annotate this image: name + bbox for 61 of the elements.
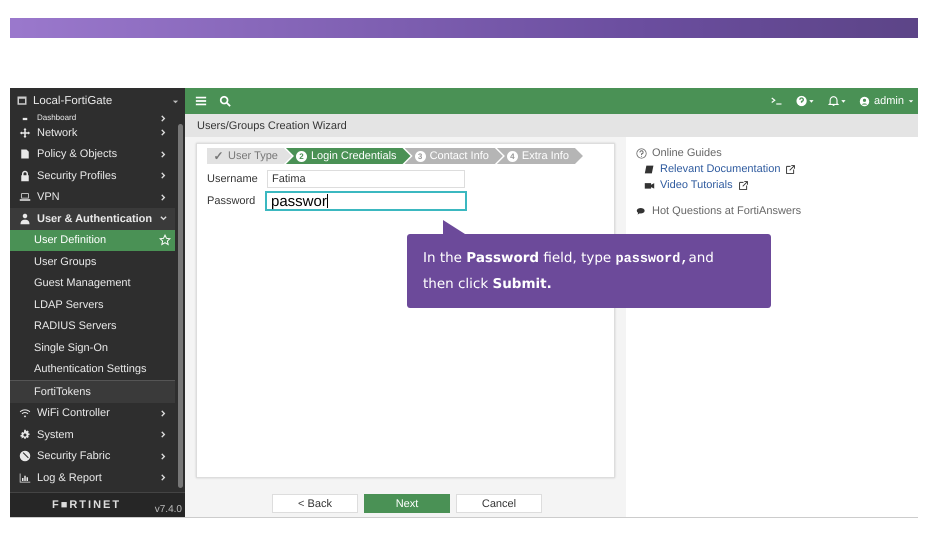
nav-item[interactable]: Dashboard xyxy=(10,114,175,122)
chevron-right-icon xyxy=(160,150,167,158)
terminal-icon[interactable] xyxy=(771,95,784,107)
tooltip-text: In the Password field, type password,and then click Submit. xyxy=(423,249,715,294)
nav-item[interactable]: Security Profiles xyxy=(10,165,175,186)
chevron-right-icon xyxy=(160,452,167,460)
wizard-button[interactable]: Cancel xyxy=(456,494,542,513)
menu-icon[interactable] xyxy=(195,95,207,107)
scrollbar[interactable] xyxy=(178,124,183,488)
nav-item[interactable]: VPN xyxy=(10,186,175,208)
wizard-button[interactable]: Next xyxy=(364,494,450,513)
field-label: Username xyxy=(207,173,259,185)
user-icon xyxy=(19,212,31,225)
nav-item[interactable]: Security Fabric xyxy=(10,446,175,467)
doc-link[interactable]: Relevant Documentation xyxy=(660,163,780,175)
external-link-icon[interactable] xyxy=(785,164,796,174)
chevron-right-icon xyxy=(160,431,167,438)
user-menu[interactable]: admin xyxy=(859,95,914,107)
wizard-step[interactable]: 2 Login Credentials xyxy=(286,148,411,164)
caret-icon xyxy=(908,98,914,104)
nav-item[interactable]: WiFi Controller xyxy=(10,402,175,424)
chevron-down-icon xyxy=(160,215,167,222)
help-icon[interactable] xyxy=(795,95,816,107)
chevron-right-icon xyxy=(160,410,167,417)
user-icon xyxy=(859,96,870,106)
document-icon xyxy=(19,148,31,160)
nav-item[interactable]: Log & Report xyxy=(10,467,175,488)
input-field[interactable]: passwor xyxy=(265,191,467,211)
section-title: Online Guides xyxy=(652,147,722,159)
nav-subitem[interactable]: FortiTokens xyxy=(10,380,175,402)
star-icon[interactable] xyxy=(159,234,171,246)
nav-item[interactable]: System xyxy=(10,424,175,446)
brand-logo: F■RTINET xyxy=(52,499,122,511)
device-name[interactable]: Local-FortiGate xyxy=(33,95,167,107)
nav-subitem[interactable]: User Definition xyxy=(10,230,175,251)
version-label: v7.4.0 xyxy=(154,504,182,517)
lock-icon xyxy=(19,170,31,182)
nav-item[interactable]: User & Authentication xyxy=(10,208,175,230)
wifi-icon xyxy=(19,407,31,420)
chevron-right-icon xyxy=(160,194,167,201)
chart-icon xyxy=(19,472,31,484)
section-title: Hot Questions at FortiAnswers xyxy=(652,205,802,217)
doc-link[interactable]: Video Tutorials xyxy=(660,179,733,191)
chevron-right-icon xyxy=(160,172,167,180)
help-icon xyxy=(636,148,647,158)
chat-icon xyxy=(636,206,647,216)
chevron-right-icon xyxy=(160,474,167,482)
search-icon[interactable] xyxy=(219,95,231,107)
move-icon xyxy=(19,126,31,139)
laptop-icon xyxy=(19,191,31,204)
input-field[interactable]: Fatima xyxy=(267,170,465,188)
nav-item[interactable]: Network xyxy=(10,122,175,144)
nav-item[interactable]: Policy & Objects xyxy=(10,144,175,165)
page-title: Users/Groups Creation Wizard xyxy=(197,120,347,132)
device-icon xyxy=(16,95,28,107)
gear-icon xyxy=(19,428,31,441)
external-link-icon[interactable] xyxy=(738,180,749,190)
bell-icon[interactable] xyxy=(827,95,848,107)
dropdown-caret-icon[interactable] xyxy=(172,98,179,104)
field-label: Password xyxy=(207,195,256,207)
wizard-button[interactable]: < Back xyxy=(272,494,358,513)
